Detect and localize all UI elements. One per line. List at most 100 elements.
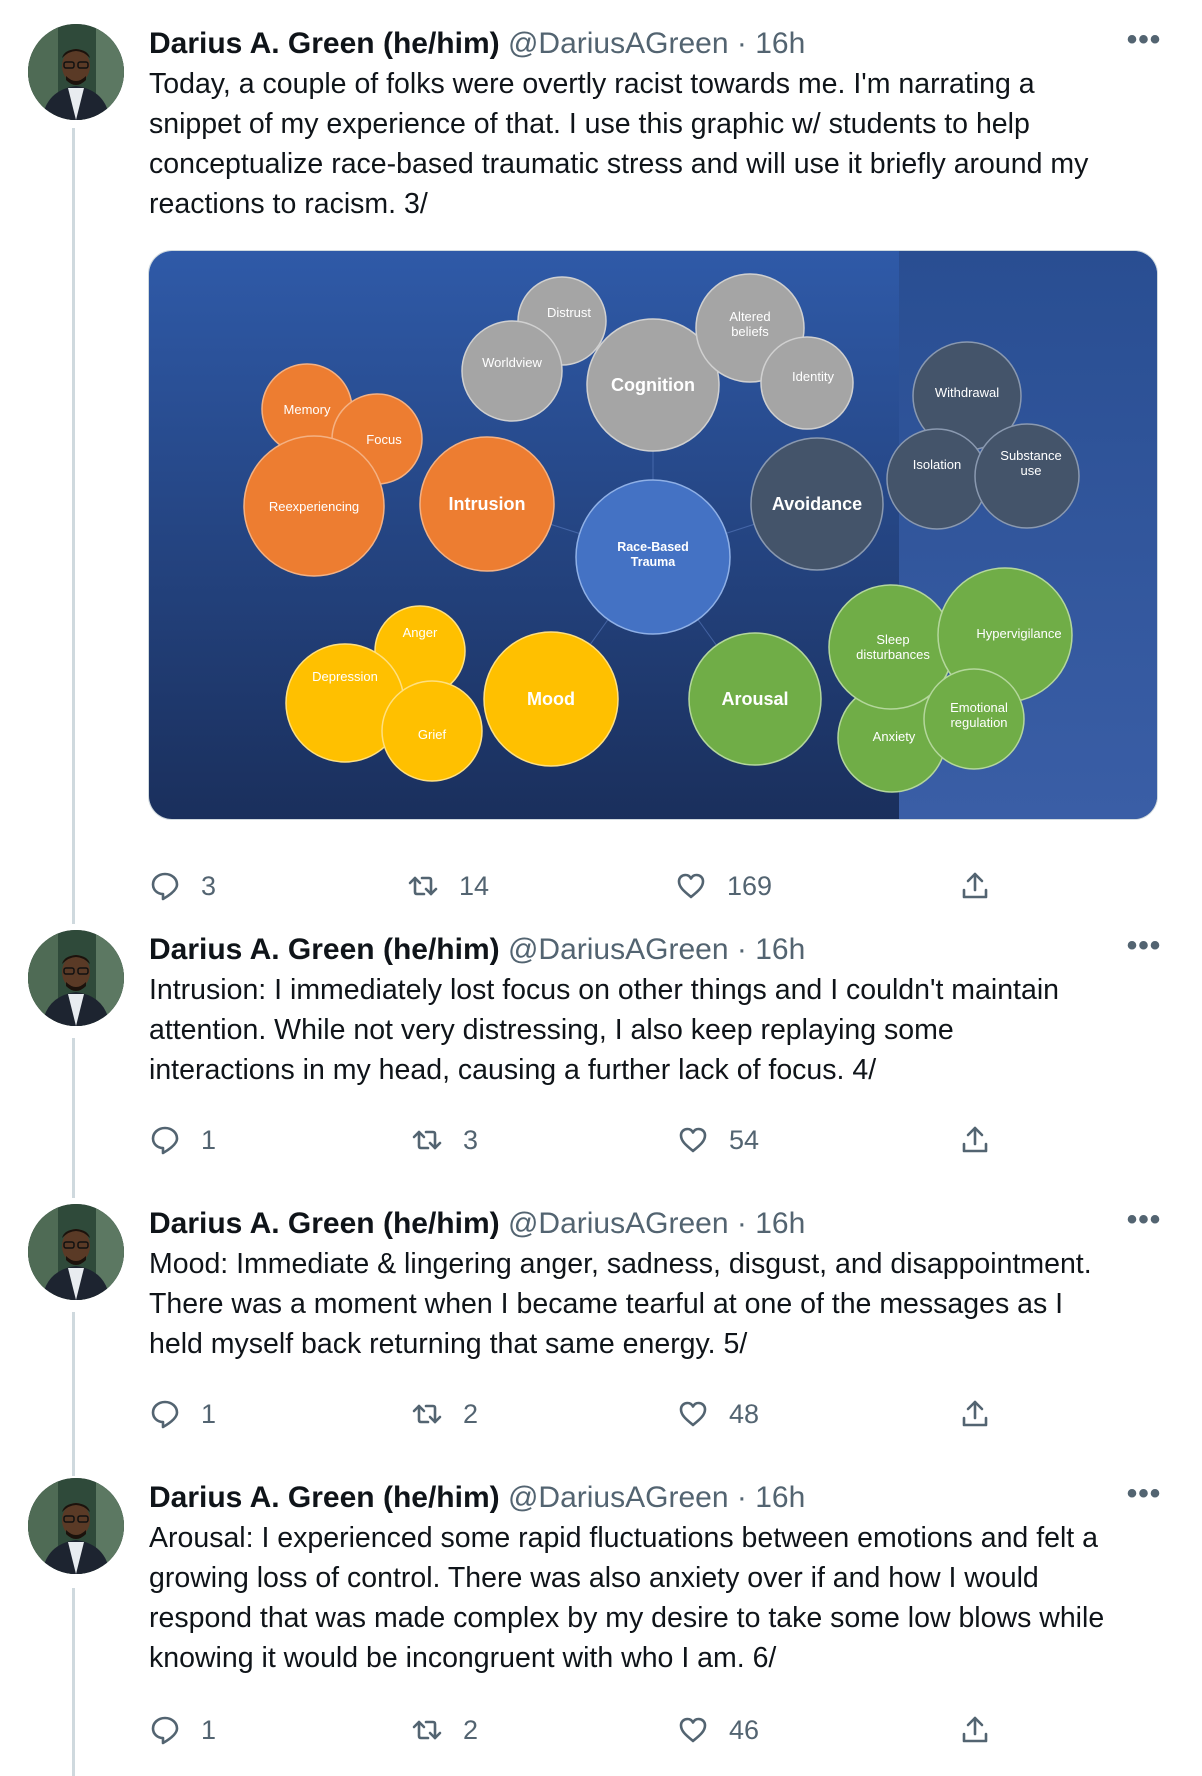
label-worldview: Worldview — [482, 355, 542, 370]
display-name[interactable]: Darius A. Green (he/him) — [149, 1481, 500, 1514]
label-altered-beliefs-2: beliefs — [731, 324, 769, 339]
tweet-text-line: There was a moment when I became tearful… — [149, 1288, 1064, 1320]
tweet-image[interactable]: Memory Focus Reexperiencing Intrusion Di… — [148, 250, 1158, 820]
reply-icon — [151, 1400, 179, 1429]
tweet-actions: 1 2 48 — [149, 1394, 1029, 1434]
display-name[interactable]: Darius A. Green (he/him) — [149, 933, 500, 966]
label-reexperiencing: Reexperiencing — [269, 499, 359, 514]
label-anger: Anger — [403, 625, 438, 640]
tweet-header: Darius A. Green (he/him) @DariusAGreen ·… — [149, 1478, 805, 1518]
label-focus: Focus — [366, 432, 402, 447]
avatar[interactable] — [28, 1204, 124, 1300]
tweet-text-line: knowing it would be incongruent with who… — [149, 1642, 777, 1674]
label-distrust: Distrust — [547, 305, 591, 320]
like-count: 48 — [729, 1398, 760, 1429]
more-icon[interactable]: ••• — [1126, 24, 1162, 64]
like-button[interactable]: 46 — [677, 1710, 759, 1750]
retweet-count: 2 — [463, 1398, 479, 1429]
retweet-count: 2 — [463, 1714, 479, 1745]
tweet[interactable]: Darius A. Green (he/him) @DariusAGreen ·… — [0, 1478, 1202, 1768]
share-button[interactable] — [959, 866, 991, 906]
avatar[interactable] — [28, 24, 124, 120]
label-substance-use-1: Substance — [1000, 448, 1061, 463]
share-icon — [962, 872, 988, 899]
display-name[interactable]: Darius A. Green (he/him) — [149, 1207, 500, 1240]
tweet-text: Today, a couple of folks were overtly ra… — [149, 64, 1179, 224]
handle[interactable]: @DariusAGreen — [508, 933, 729, 966]
reply-icon — [151, 1126, 179, 1155]
tweet-text-line: Mood: Immediate & lingering anger, sadne… — [149, 1248, 1092, 1280]
label-memory: Memory — [284, 402, 331, 417]
reply-count: 1 — [201, 1398, 217, 1429]
retweet-icon — [412, 1404, 442, 1424]
tweet-header: Darius A. Green (he/him) @DariusAGreen ·… — [149, 1204, 805, 1244]
separator-dot: · — [736, 933, 747, 966]
avatar[interactable] — [28, 1478, 124, 1574]
tweet-actions: 3 14 169 — [149, 866, 1029, 906]
tweet-text-line: reactions to racism. 3/ — [149, 188, 428, 220]
label-sleep-2: disturbances — [856, 647, 930, 662]
share-button[interactable] — [959, 1710, 991, 1750]
timestamp[interactable]: 16h — [755, 27, 805, 60]
reply-count: 3 — [201, 870, 217, 901]
reply-count: 1 — [201, 1714, 217, 1745]
tweet-text-line: snippet of my experience of that. I use … — [149, 108, 1030, 140]
tweet[interactable]: Darius A. Green (he/him) @DariusAGreen ·… — [0, 930, 1202, 1160]
bubble-worldview — [461, 320, 563, 422]
avatar[interactable] — [28, 930, 124, 1026]
like-count: 169 — [727, 870, 773, 901]
tweet[interactable]: Darius A. Green (he/him) @DariusAGreen ·… — [0, 1204, 1202, 1434]
tweet-actions: 1 3 54 — [149, 1120, 1029, 1160]
timestamp[interactable]: 16h — [755, 933, 805, 966]
share-icon — [962, 1400, 988, 1427]
tweet-text-line: held myself back returning that same ene… — [149, 1328, 748, 1360]
retweet-button[interactable]: 2 — [411, 1394, 478, 1434]
label-mood: Mood — [527, 689, 575, 709]
tweet-actions: 1 2 46 — [149, 1710, 1029, 1750]
retweet-button[interactable]: 14 — [407, 866, 489, 906]
tweet-text: Intrusion: I immediately lost focus on o… — [149, 970, 1179, 1090]
more-icon[interactable]: ••• — [1126, 1204, 1162, 1244]
retweet-count: 14 — [459, 870, 490, 901]
handle[interactable]: @DariusAGreen — [508, 1207, 729, 1240]
reply-count: 1 — [201, 1124, 217, 1155]
reply-icon — [151, 872, 179, 901]
retweet-button[interactable]: 3 — [411, 1120, 478, 1160]
label-center-2: Trauma — [631, 555, 677, 569]
tweet-text-line: Intrusion: I immediately lost focus on o… — [149, 974, 1060, 1006]
display-name[interactable]: Darius A. Green (he/him) — [149, 27, 500, 60]
reply-button[interactable]: 1 — [149, 1710, 216, 1750]
like-button[interactable]: 169 — [675, 866, 772, 906]
handle[interactable]: @DariusAGreen — [508, 1481, 729, 1514]
share-button[interactable] — [959, 1394, 991, 1434]
separator-dot: · — [736, 1207, 747, 1240]
reply-button[interactable]: 1 — [149, 1120, 216, 1160]
timestamp[interactable]: 16h — [755, 1481, 805, 1514]
label-center-1: Race-Based — [617, 540, 689, 554]
tweet-text-line: Today, a couple of folks were overtly ra… — [149, 68, 1035, 100]
more-icon[interactable]: ••• — [1126, 1478, 1162, 1518]
separator-dot: · — [736, 1481, 747, 1514]
label-cognition: Cognition — [611, 375, 695, 395]
label-withdrawal: Withdrawal — [935, 385, 999, 400]
like-button[interactable]: 54 — [677, 1120, 759, 1160]
label-sleep-1: Sleep — [876, 632, 909, 647]
tweet-text-line: growing loss of control. There was also … — [149, 1562, 1039, 1594]
reply-icon — [151, 1716, 179, 1745]
timestamp[interactable]: 16h — [755, 1207, 805, 1240]
retweet-icon — [412, 1720, 442, 1740]
handle[interactable]: @DariusAGreen — [508, 27, 729, 60]
share-icon — [962, 1126, 988, 1153]
tweet-text-line: conceptualize race-based traumatic stres… — [149, 148, 1089, 180]
tweet-text-line: attention. While not very distressing, I… — [149, 1014, 954, 1046]
label-depression: Depression — [312, 669, 378, 684]
share-button[interactable] — [959, 1120, 991, 1160]
tweet-text-line: interactions in my head, causing a furth… — [149, 1054, 877, 1086]
retweet-button[interactable]: 2 — [411, 1710, 478, 1750]
reply-button[interactable]: 1 — [149, 1394, 216, 1434]
label-intrusion: Intrusion — [449, 494, 526, 514]
tweet[interactable]: Darius A. Green (he/him) @DariusAGreen ·… — [0, 24, 1202, 904]
reply-button[interactable]: 3 — [149, 866, 216, 906]
like-button[interactable]: 48 — [677, 1394, 759, 1434]
more-icon[interactable]: ••• — [1126, 930, 1162, 970]
